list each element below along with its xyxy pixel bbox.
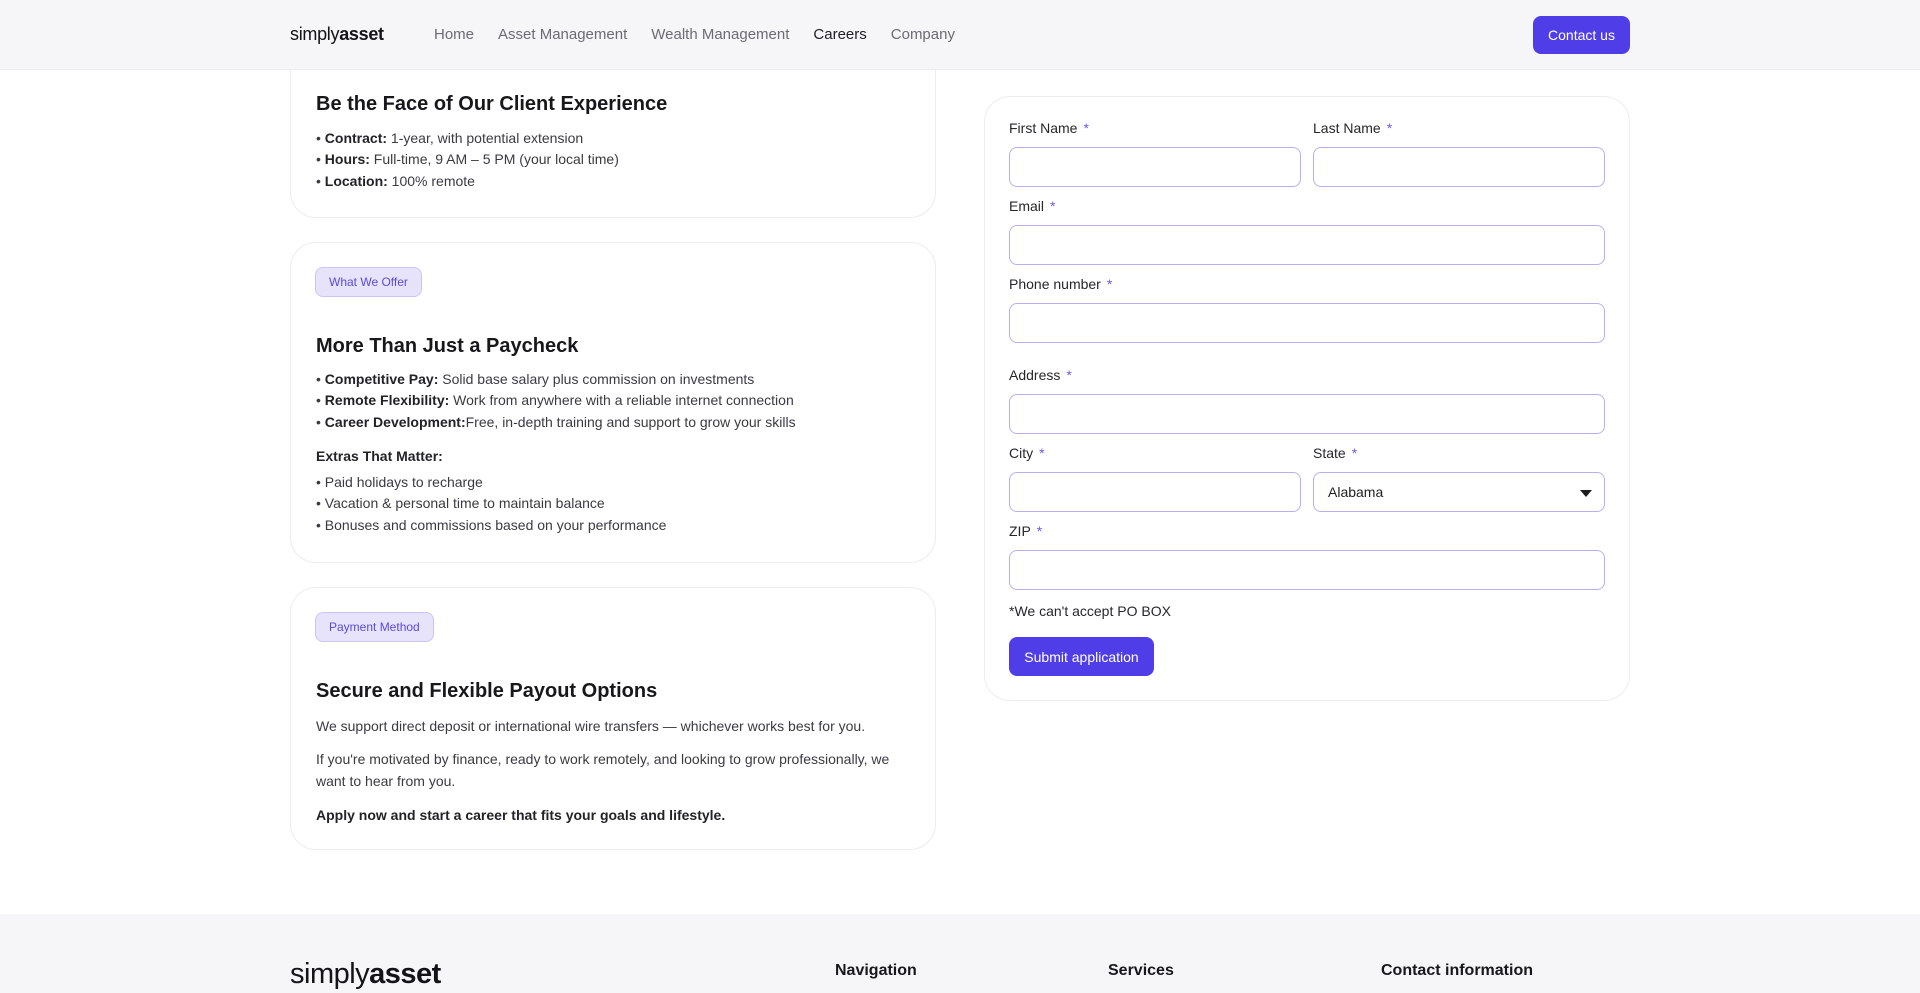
city-input[interactable] (1009, 472, 1301, 512)
list-item: • Competitive Pay: Solid base salary plu… (316, 371, 755, 387)
list-item: • Bonuses and commissions based on your … (316, 517, 667, 533)
phone-input[interactable] (1009, 303, 1605, 343)
card-title: More Than Just a Paycheck (316, 335, 579, 357)
benefits-card: What We Offer More Than Just a Paycheck … (290, 242, 936, 563)
footer-services-heading: Services (1108, 962, 1174, 979)
nav-wealth-management[interactable]: Wealth Management (651, 26, 789, 43)
list-item: • Vacation & personal time to maintain b… (316, 495, 605, 511)
site-header: simplyasset Home Asset Management Wealth… (0, 0, 1920, 70)
last-name-label: Last Name * (1313, 120, 1393, 136)
application-form: First Name * Last Name * Email * Phone numb… (984, 96, 1630, 701)
submit-application-button[interactable]: Submit application (1009, 637, 1154, 676)
zip-label: ZIP * (1009, 523, 1043, 539)
address-input[interactable] (1009, 394, 1605, 434)
address-label: Address * (1009, 367, 1072, 383)
paragraph: If you're motivated by finance, ready to… (316, 751, 890, 789)
list-item: • Hours: Full-time, 9 AM – 5 PM (your lo… (316, 151, 619, 167)
card-title: Be the Face of Our Client Experience (316, 93, 668, 115)
state-value: Alabama (1328, 484, 1384, 500)
state-label: State * (1313, 445, 1358, 461)
list-item: • Remote Flexibility: Work from anywhere… (316, 392, 794, 408)
site-footer: simplyasset Navigation Services Contact … (0, 914, 1920, 993)
city-label: City * (1009, 445, 1045, 461)
card-title: Secure and Flexible Payout Options (316, 680, 658, 702)
caret-down-icon (1580, 490, 1592, 497)
state-select[interactable]: Alabama (1313, 472, 1605, 512)
payment-card: Payment Method Secure and Flexible Payou… (290, 587, 936, 850)
main-nav: Home Asset Management Wealth Management … (434, 26, 955, 43)
list-item: • Contract: 1-year, with potential exten… (316, 130, 584, 146)
nav-home[interactable]: Home (434, 26, 474, 43)
zip-input[interactable] (1009, 550, 1605, 590)
section-badge: Payment Method (315, 612, 434, 642)
footer-contact-heading: Contact information (1381, 962, 1533, 979)
extras-heading: Extras That Matter: (316, 448, 443, 464)
list-item: • Paid holidays to recharge (316, 474, 483, 490)
paragraph: We support direct deposit or internation… (316, 718, 866, 734)
logo-part2: asset (339, 24, 384, 44)
logo-part1: simply (290, 24, 340, 44)
nav-asset-management[interactable]: Asset Management (498, 26, 627, 43)
phone-label: Phone number * (1009, 276, 1113, 292)
section-badge: What We Offer (315, 267, 422, 297)
call-to-action-text: Apply now and start a career that fits y… (316, 807, 726, 823)
list-item: • Career Development:Free, in-depth trai… (316, 414, 796, 430)
footer-logo[interactable]: simplyasset (290, 958, 441, 991)
first-name-label: First Name * (1009, 120, 1089, 136)
nav-company[interactable]: Company (891, 26, 955, 43)
contact-us-button[interactable]: Contact us (1533, 16, 1630, 54)
footer-navigation-heading: Navigation (835, 962, 917, 979)
last-name-input[interactable] (1313, 147, 1605, 187)
po-box-note: *We can't accept PO BOX (1009, 603, 1171, 619)
first-name-input[interactable] (1009, 147, 1301, 187)
logo[interactable]: simplyasset (290, 24, 384, 45)
nav-careers[interactable]: Careers (813, 26, 866, 43)
email-label: Email * (1009, 198, 1056, 214)
list-item: • Location: 100% remote (316, 173, 475, 189)
email-input[interactable] (1009, 225, 1605, 265)
